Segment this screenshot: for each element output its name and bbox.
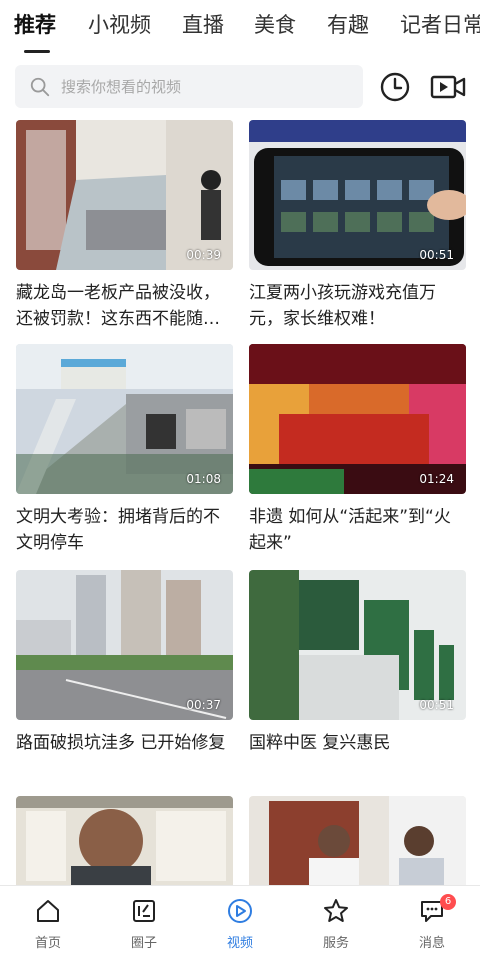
video-title[interactable]: 国粹中医 复兴惠民 xyxy=(249,730,466,756)
video-thumbnail-phone-game[interactable]: 00:51 xyxy=(249,120,466,270)
nav-service[interactable]: 服务 xyxy=(288,886,384,961)
nav-video-label: 视频 xyxy=(226,936,253,951)
video-title[interactable]: 非遗 如何从“活起来”到“火起来” xyxy=(249,504,466,556)
video-title[interactable]: 藏龙岛一老板产品被没收，还被罚款！这东西不能随… xyxy=(16,280,233,332)
tab-reporter-daily[interactable]: 记者日常 xyxy=(400,10,480,40)
video-duration: 01:08 xyxy=(186,472,221,486)
home-icon xyxy=(37,900,59,922)
tab-short-video[interactable]: 小视频 xyxy=(88,10,151,40)
star-icon xyxy=(324,899,348,922)
video-duration: 00:39 xyxy=(186,248,221,262)
video-duration: 00:37 xyxy=(186,698,221,712)
video-thumbnail-shop[interactable]: 00:39 xyxy=(16,120,233,270)
video-title[interactable]: 江夏两小孩玩游戏充值万元，家长维权难！ xyxy=(249,280,466,332)
message-badge: 6 xyxy=(440,894,456,910)
video-duration: 00:51 xyxy=(419,698,454,712)
nav-circle-label: 圈子 xyxy=(130,936,157,951)
nav-service-label: 服务 xyxy=(322,936,349,951)
nav-home-label: 首页 xyxy=(34,936,61,951)
search-placeholder: 搜索你想看的视频 xyxy=(61,78,182,96)
nav-video[interactable]: 视频 xyxy=(192,886,288,961)
active-tab-indicator xyxy=(24,50,50,53)
search-icon xyxy=(30,77,50,97)
video-duration: 00:51 xyxy=(419,248,454,262)
play-circle-icon xyxy=(228,899,252,923)
tab-recommend[interactable]: 推荐 xyxy=(14,10,56,40)
history-clock-icon[interactable] xyxy=(379,71,411,103)
nav-circle[interactable]: 圈子 xyxy=(96,886,192,961)
video-duration: 01:24 xyxy=(419,472,454,486)
video-title[interactable]: 文明大考验：拥堵背后的不文明停车 xyxy=(16,504,233,556)
category-tabs: 推荐 小视频 直播 美食 有趣 记者日常 xyxy=(0,0,480,56)
video-thumbnail-street-parking[interactable]: 01:08 xyxy=(16,344,233,494)
video-thumbnail-stage-performance[interactable]: 01:24 xyxy=(249,344,466,494)
bottom-navigation: 首页 圈子 视频 服务 6 消息 xyxy=(0,885,480,961)
nav-messages[interactable]: 6 消息 xyxy=(384,886,480,961)
video-thumbnail-road[interactable]: 00:37 xyxy=(16,570,233,720)
nav-home[interactable]: 首页 xyxy=(0,886,96,961)
video-camera-icon[interactable] xyxy=(429,72,467,102)
video-thumbnail-clinic-signs[interactable]: 00:51 xyxy=(249,570,466,720)
tab-live[interactable]: 直播 xyxy=(182,10,224,40)
tab-fun[interactable]: 有趣 xyxy=(327,10,369,40)
nav-messages-label: 消息 xyxy=(418,936,445,951)
circle-post-icon xyxy=(133,900,155,922)
tab-food[interactable]: 美食 xyxy=(254,10,296,40)
video-title[interactable]: 路面破损坑洼多 已开始修复 xyxy=(16,730,233,756)
search-input[interactable]: 搜索你想看的视频 xyxy=(15,65,363,108)
